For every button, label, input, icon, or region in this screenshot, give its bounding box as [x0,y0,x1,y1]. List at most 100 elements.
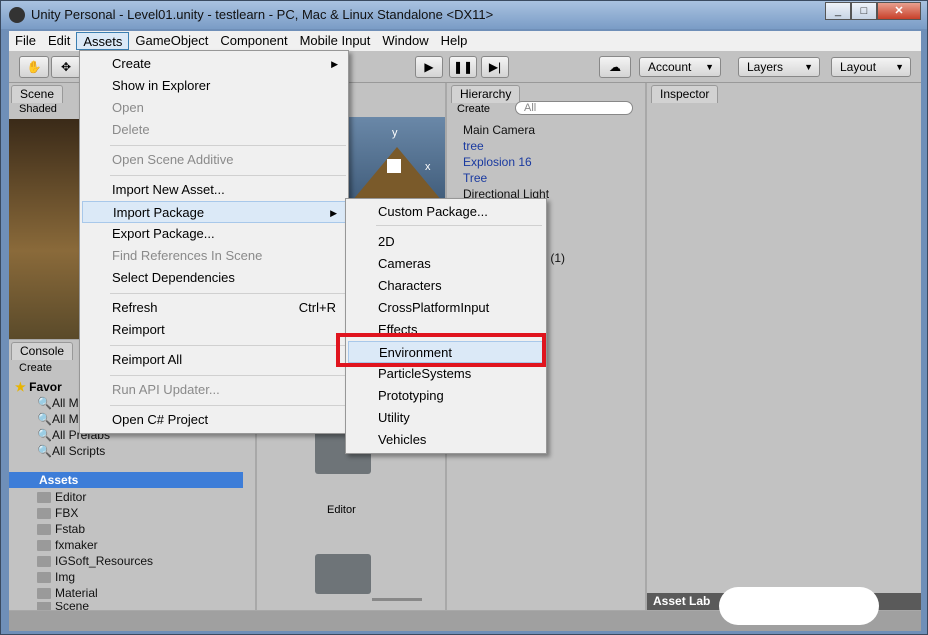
star-icon: ★ [15,380,26,394]
window-title: Unity Personal - Level01.unity - testlea… [31,7,494,22]
hierarchy-item[interactable]: Tree [463,171,487,185]
list-item[interactable]: 🔍 All Scripts [37,444,105,458]
menu-item-show-in-explorer[interactable]: Show in Explorer [82,75,346,97]
folder-icon [37,555,51,567]
chevron-down-icon: ▼ [804,62,813,72]
menu-item-import-new-asset[interactable]: Import New Asset... [82,179,346,201]
list-item[interactable]: FBX [37,506,78,520]
menu-item-utility[interactable]: Utility [348,407,544,429]
folder-icon [37,507,51,519]
cloud-icon: ☁ [609,60,621,74]
menu-item-import-package[interactable]: Import Package ▶ [82,201,346,223]
menu-file[interactable]: File [9,32,42,50]
list-item[interactable]: Img [37,570,75,584]
tab-console[interactable]: Console [11,342,74,360]
gizmo-y-label: y [392,127,398,139]
favorite-label: All M [51,412,79,426]
maximize-button[interactable]: □ [851,2,877,20]
menu-item-reimport[interactable]: Reimport [82,319,346,341]
chevron-right-icon: ▶ [331,59,338,69]
hierarchy-item[interactable]: tree [463,139,484,153]
folder-label: Fstab [55,522,86,536]
hierarchy-item[interactable]: Explosion 16 [463,155,532,169]
tab-scene[interactable]: Scene [11,85,64,103]
menu-item-2d[interactable]: 2D [348,231,544,253]
folder-label: IGSoft_Resources [55,554,154,568]
menu-item-prototyping[interactable]: Prototyping [348,385,544,407]
favorites-header[interactable]: ★ Favor [15,380,62,394]
menu-item-reimport-all[interactable]: Reimport All [82,349,346,371]
menu-item-characters[interactable]: Characters [348,275,544,297]
menu-item-run-api-updater: Run API Updater... [112,382,220,397]
zoom-slider[interactable] [372,598,422,601]
menu-item-export-package[interactable]: Export Package... [82,223,346,245]
account-dropdown[interactable]: Account ▼ [639,57,721,77]
menu-item-crossplatforminput[interactable]: CrossPlatformInput [348,297,544,319]
menu-item-open-scene-additive: Open Scene Additive [112,152,234,167]
hand-tool-button[interactable]: ✋ [19,56,49,78]
list-item[interactable]: IGSoft_Resources [37,554,153,568]
menu-help[interactable]: Help [435,32,474,50]
folder-icon [37,587,51,599]
play-button[interactable]: ▶ [415,56,443,78]
move-icon: ✥ [60,60,72,74]
layers-label: Layers [747,60,784,74]
layout-dropdown[interactable]: Layout ▼ [831,57,911,77]
menu-mobile-input[interactable]: Mobile Input [294,32,377,50]
gizmo-cube-icon[interactable] [387,159,401,173]
menu-component[interactable]: Component [214,32,293,50]
grid-folder-label: Editor [327,504,356,516]
layers-dropdown[interactable]: Layers ▼ [738,57,820,77]
scene-viewport[interactable] [9,119,79,339]
list-item[interactable]: Fstab [37,522,85,536]
menu-window[interactable]: Window [376,32,434,50]
chevron-down-icon: ▼ [895,62,904,72]
hierarchy-item[interactable]: Main Camera [463,123,535,137]
menu-item-create[interactable]: Create ▶ [82,53,346,75]
chevron-right-icon: ▶ [330,208,337,218]
menu-item-custom-package[interactable]: Custom Package... [348,201,544,223]
list-item[interactable]: Editor [37,490,86,504]
tab-inspector[interactable]: Inspector [651,85,719,103]
list-item[interactable]: 🔍 All M [37,396,79,410]
cloud-button[interactable]: ☁ [599,56,631,78]
menu-separator [376,225,542,226]
menu-item-label: Import Package [113,205,205,220]
menu-item-select-dependencies[interactable]: Select Dependencies [82,267,346,289]
hierarchy-create-button[interactable]: Create [457,103,490,115]
assets-root[interactable]: Assets [9,472,243,488]
menu-item-cameras[interactable]: Cameras [348,253,544,275]
layout-label: Layout [840,60,877,74]
scene-gizmo-area[interactable]: y x [347,117,445,207]
folder-icon [37,539,51,551]
pause-button[interactable]: ❚❚ [449,56,477,78]
menu-separator [110,375,346,376]
menu-item-refresh[interactable]: Refresh Ctrl+R [82,297,346,319]
move-tool-button[interactable]: ✥ [51,56,81,78]
menu-assets[interactable]: Assets [76,32,130,50]
list-item[interactable]: Material [37,586,98,600]
hierarchy-search-input[interactable]: All [515,101,633,115]
minimize-button[interactable]: _ [825,2,851,20]
close-button[interactable]: ✕ [877,2,921,20]
menu-item-vehicles[interactable]: Vehicles [348,429,544,451]
shading-mode[interactable]: Shaded [19,103,57,115]
tab-hierarchy[interactable]: Hierarchy [451,85,521,103]
search-icon: 🔍 [37,396,52,410]
step-button[interactable]: ▶| [481,56,509,78]
import-package-submenu: Custom Package... 2D Cameras Characters … [345,198,547,454]
project-create-button[interactable]: Create [19,362,52,374]
gizmo-x-label: x [425,161,431,173]
list-item[interactable]: 🔍 All M [37,412,79,426]
menu-edit[interactable]: Edit [42,32,76,50]
menu-separator [110,145,346,146]
list-item[interactable]: fxmaker [37,538,98,552]
folder-icon[interactable] [315,554,371,594]
list-item[interactable]: Scene [37,602,89,610]
menu-item-open-csharp-project[interactable]: Open C# Project [82,409,346,431]
search-icon: 🔍 [37,444,52,458]
blurred-region [719,587,879,625]
menu-gameobject[interactable]: GameObject [129,32,214,50]
title-bar: Unity Personal - Level01.unity - testlea… [1,1,927,29]
pause-icon: ❚❚ [452,60,474,74]
